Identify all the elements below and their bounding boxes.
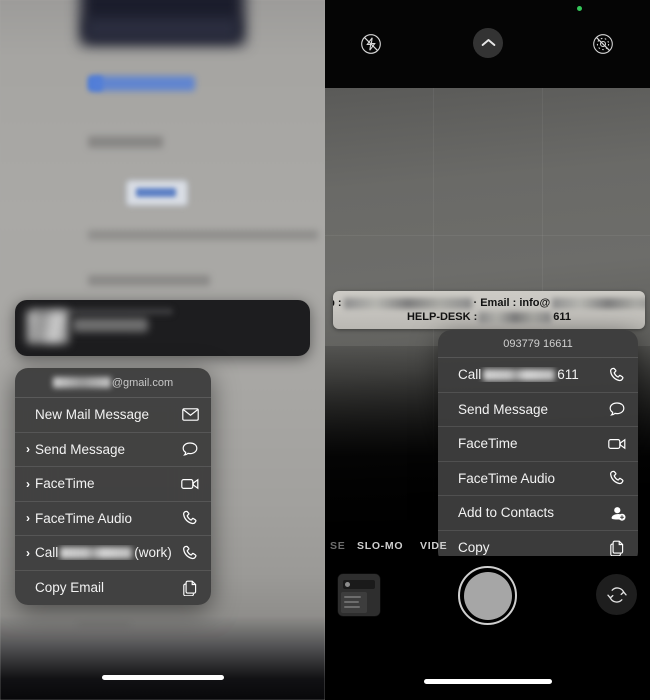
menu-header-email-address: @gmail.com [15,368,211,398]
banner-line-1: Web : · Email : info@ [333,297,645,309]
banner-email-label: Email : info@ [480,297,551,309]
shutter-button[interactable] [458,566,517,625]
menu-item-label: Send Message [35,441,126,457]
call-label-prefix: Call [35,545,59,561]
live-photo-off-icon[interactable] [589,30,617,58]
last-photo-thumbnail[interactable] [338,574,380,616]
menu-header-phone-number: 093779 16611 [438,330,638,358]
redacted-helpdesk-number [479,311,552,323]
menu-item-label: Add to Contacts [458,505,555,521]
flash-off-icon[interactable] [357,30,385,58]
menu-item-label: Send Message [458,401,549,417]
chevron-right-icon: › [26,442,30,457]
thumbnail-menu-block [341,592,367,613]
banner-web-label: Web : [333,297,342,309]
chevron-right-icon: › [26,545,30,560]
banner-helpdesk-suffix: 611 [553,311,572,323]
menu-item-call-work[interactable]: › Call (work) [15,536,211,571]
menu-item-add-to-contacts[interactable]: › Add to Contacts [438,496,638,531]
menu-item-label: Call (work) [35,545,180,560]
email-domain-text: @gmail.com [111,376,174,389]
redacted-email-domain [552,297,645,309]
redacted-contact-name [60,547,133,560]
blurred-button-label [136,188,176,197]
phone-number-context-menu: 093779 16611 › Call611 › Send Message [438,330,638,565]
home-indicator [423,679,552,684]
thumbnail-avatar [345,582,350,587]
menu-item-copy-email[interactable]: › Copy Email [15,571,211,606]
camera-in-use-indicator [577,6,582,11]
menu-item-label: FaceTime [458,436,518,452]
menu-item-label: FaceTime [35,476,95,492]
person-add-icon [607,505,627,521]
envelope-icon [180,408,200,422]
call-label-suffix: (work) [134,545,172,561]
flip-camera-icon[interactable] [596,574,637,615]
message-bubble-icon [607,402,627,417]
call-label-prefix: Call [458,367,482,383]
camera-mode-video[interactable]: VIDE [420,540,447,552]
banner-helpdesk-label: HELP-DESK : [406,311,478,323]
grid-line-horizontal [325,235,650,236]
menu-item-facetime[interactable]: › FaceTime [438,427,638,462]
menu-item-send-message[interactable]: › Send Message [15,433,211,467]
live-text-detected-banner: Web : · Email : info@ HELP-DESK : 611 [333,291,645,329]
redacted-phone-number [483,369,556,382]
blurred-text-line [88,230,318,240]
phone-handset-icon [607,367,627,383]
redacted-website-url [343,297,472,309]
camera-top-bar [325,0,650,88]
blurred-text-line [78,622,130,632]
banner-separator: · [473,297,478,309]
preview-bubble-redacted-block [27,310,69,344]
menu-item-facetime[interactable]: › FaceTime [15,467,211,502]
blurred-text-line [88,275,210,286]
right-panel-camera-live-text: Web : · Email : info@ HELP-DESK : 611 09… [325,0,650,700]
chevron-right-icon: › [26,476,30,491]
shutter-inner-circle [463,571,512,620]
call-label-suffix: 611 [557,367,579,383]
home-indicator [101,675,224,680]
menu-item-label: FaceTime Audio [35,510,133,526]
phone-handset-icon [180,510,200,526]
dual-screenshot-comparison: @gmail.com › New Mail Message › Send Mes… [0,0,650,700]
blurred-link-text [90,76,195,91]
menu-item-label: Call 611 [458,367,607,382]
menu-item-call[interactable]: › Call611 [438,358,638,393]
blurred-hero-caption [86,18,238,40]
left-panel-mail-context-menu: @gmail.com › New Mail Message › Send Mes… [0,0,325,700]
copy-pages-icon [180,580,200,596]
video-camera-icon [607,438,627,450]
phone-handset-icon [180,545,200,561]
menu-item-send-message[interactable]: › Send Message [438,393,638,427]
camera-mode-selector[interactable]: SE SLO-MO VIDE [325,536,650,556]
phone-handset-icon [607,470,627,486]
menu-item-label: Copy Email [35,580,105,596]
message-bubble-icon [180,442,200,457]
menu-item-facetime-audio[interactable]: › FaceTime Audio [438,462,638,496]
banner-line-2: HELP-DESK : 611 [407,311,571,323]
camera-mode-timelapse[interactable]: SE [330,540,345,552]
blurred-text-line [88,136,163,148]
preview-bubble-redacted-text [73,318,148,332]
camera-mode-slomo[interactable]: SLO-MO [357,540,403,552]
menu-item-label: New Mail Message [35,407,150,423]
mail-contact-context-menu: @gmail.com › New Mail Message › Send Mes… [15,368,211,605]
redacted-email-username [52,377,111,388]
link-preview-bubble[interactable] [15,300,310,356]
menu-item-facetime-audio[interactable]: › FaceTime Audio [15,502,211,536]
menu-item-label: FaceTime Audio [458,470,556,486]
video-camera-icon [180,478,200,490]
menu-item-new-mail-message[interactable]: › New Mail Message [15,398,211,433]
chevron-up-icon[interactable] [473,28,503,58]
chevron-right-icon: › [26,511,30,526]
